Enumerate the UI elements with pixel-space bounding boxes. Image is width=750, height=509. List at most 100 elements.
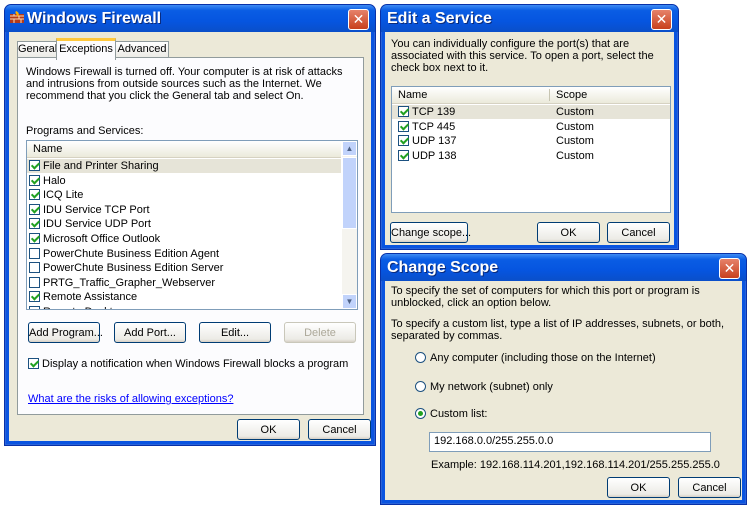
- change-scope-button[interactable]: Change scope...: [390, 222, 471, 243]
- notify-checkbox[interactable]: [28, 358, 39, 369]
- program-checkbox[interactable]: [29, 306, 40, 309]
- port-row[interactable]: UDP 137 Custom: [392, 134, 670, 148]
- ok-button[interactable]: OK: [237, 419, 300, 440]
- custom-list-value: 192.168.0.0/255.255.0.0: [434, 435, 554, 447]
- program-row[interactable]: Halo: [29, 174, 66, 188]
- port-checkbox[interactable]: [398, 149, 409, 161]
- radio-custom-list[interactable]: [415, 408, 426, 419]
- dialog-title: Change Scope: [387, 259, 499, 276]
- program-checkbox[interactable]: [29, 218, 40, 230]
- dialog-title: Windows Firewall: [27, 10, 162, 27]
- close-icon[interactable]: ✕: [651, 9, 672, 30]
- program-name: ICQ Lite: [43, 189, 84, 202]
- radio-my-network[interactable]: [415, 381, 426, 392]
- ok-button[interactable]: OK: [537, 222, 600, 243]
- edit-service-info: You can individually configure the port(…: [391, 38, 654, 74]
- close-icon[interactable]: ✕: [719, 258, 740, 279]
- port-row[interactable]: TCP 445 Custom: [392, 120, 670, 134]
- edit-button[interactable]: Edit...: [199, 322, 271, 343]
- program-name: PowerChute Business Edition Server: [43, 262, 224, 275]
- add-port-button[interactable]: Add Port...: [114, 322, 186, 343]
- port-checkbox[interactable]: [398, 120, 409, 132]
- notify-label: Display a notification when Windows Fire…: [42, 358, 349, 370]
- program-checkbox[interactable]: [29, 203, 40, 215]
- programs-label: Programs and Services:: [26, 125, 144, 137]
- program-row[interactable]: Remote Desktop: [29, 305, 125, 309]
- title-bar[interactable]: Change Scope ✕: [381, 254, 746, 281]
- tab-label: Advanced: [117, 43, 167, 55]
- port-scope: Custom: [556, 135, 594, 148]
- program-row[interactable]: Remote Assistance: [29, 290, 137, 304]
- tab-general[interactable]: General: [17, 41, 57, 57]
- title-bar[interactable]: Edit a Service ✕: [381, 5, 678, 32]
- program-name: IDU Service TCP Port: [43, 203, 150, 216]
- risk-link[interactable]: What are the risks of allowing exception…: [28, 393, 233, 405]
- add-program-button[interactable]: Add Program...: [28, 322, 103, 343]
- title-bar[interactable]: Windows Firewall ✕: [5, 5, 375, 32]
- scroll-thumb[interactable]: [342, 157, 357, 229]
- cancel-button[interactable]: Cancel: [607, 222, 670, 243]
- tab-label: General: [18, 43, 58, 55]
- ports-list[interactable]: Name Scope TCP 139 Custom TCP 445 Custom UDP…: [391, 86, 671, 213]
- program-name: PowerChute Business Edition Agent: [43, 247, 220, 260]
- cancel-button[interactable]: Cancel: [678, 477, 741, 498]
- firewall-app-icon: [10, 11, 24, 25]
- change-scope-dialog: Change Scope ✕ To specify the set of com…: [380, 253, 747, 505]
- port-row[interactable]: TCP 139 Custom: [392, 105, 670, 119]
- option-my-network[interactable]: My network (subnet) only: [415, 381, 553, 393]
- list-header[interactable]: Name: [27, 141, 341, 158]
- program-row[interactable]: IDU Service UDP Port: [29, 217, 151, 231]
- option-network-label: My network (subnet) only: [430, 381, 553, 393]
- cancel-button[interactable]: Cancel: [308, 419, 371, 440]
- ok-button[interactable]: OK: [607, 477, 670, 498]
- custom-list-input[interactable]: 192.168.0.0/255.255.0.0: [429, 432, 711, 452]
- program-row[interactable]: IDU Service TCP Port: [29, 203, 150, 217]
- port-row[interactable]: UDP 138 Custom: [392, 149, 670, 163]
- port-scope: Custom: [556, 106, 594, 118]
- program-checkbox[interactable]: [29, 291, 40, 303]
- option-custom-label: Custom list:: [430, 408, 488, 420]
- program-row[interactable]: PowerChute Business Edition Server: [29, 261, 223, 275]
- program-row[interactable]: ICQ Lite: [29, 188, 83, 202]
- option-custom-list[interactable]: Custom list:: [415, 408, 487, 420]
- delete-button: Delete: [284, 322, 356, 343]
- programs-list[interactable]: Name File and Printer Sharing Halo ICQ Lit…: [26, 140, 358, 310]
- port-checkbox[interactable]: [398, 106, 409, 117]
- port-checkbox[interactable]: [398, 135, 409, 147]
- scroll-down-button[interactable]: ▼: [342, 294, 357, 309]
- column-scope-header: Scope: [556, 89, 588, 101]
- program-row[interactable]: PowerChute Business Edition Agent: [29, 247, 219, 261]
- scroll-up-button[interactable]: ▲: [342, 141, 357, 156]
- program-name: IDU Service UDP Port: [43, 218, 151, 231]
- tab-advanced[interactable]: Advanced: [115, 41, 169, 57]
- program-checkbox[interactable]: [29, 262, 40, 274]
- program-row[interactable]: PRTG_Traffic_Grapher_Webserver: [29, 276, 215, 290]
- scrollbar[interactable]: ▲ ▼: [342, 141, 357, 309]
- tab-label: Exceptions: [59, 43, 113, 55]
- example-text: Example: 192.168.114.201,192.168.114.201…: [431, 459, 720, 471]
- scope-info-2: To specify a custom list, type a list of…: [391, 318, 725, 342]
- program-checkbox[interactable]: [29, 174, 40, 186]
- port-scope: Custom: [556, 149, 594, 162]
- notify-checkbox-row[interactable]: Display a notification when Windows Fire…: [28, 358, 348, 370]
- program-checkbox[interactable]: [29, 247, 40, 259]
- program-checkbox[interactable]: [29, 276, 40, 288]
- program-checkbox[interactable]: [29, 233, 40, 244]
- column-divider: [549, 89, 550, 101]
- port-name: TCP 139: [412, 106, 456, 118]
- option-any-computer[interactable]: Any computer (including those on the Int…: [415, 352, 656, 364]
- column-name-header: Name: [398, 89, 428, 101]
- tab-exceptions[interactable]: Exceptions: [56, 38, 116, 60]
- program-row[interactable]: Microsoft Office Outlook: [29, 232, 160, 246]
- close-icon[interactable]: ✕: [348, 9, 369, 30]
- list-header[interactable]: Name Scope: [392, 87, 670, 104]
- program-name: Microsoft Office Outlook: [43, 233, 161, 245]
- radio-any-computer[interactable]: [415, 352, 426, 363]
- dialog-body: General Exceptions Advanced Windows Fire…: [9, 32, 371, 441]
- dialog-title: Edit a Service: [387, 10, 492, 27]
- program-checkbox[interactable]: [29, 189, 40, 201]
- port-name: TCP 445: [412, 120, 456, 133]
- program-row[interactable]: File and Printer Sharing: [27, 159, 341, 173]
- program-checkbox[interactable]: [29, 160, 40, 171]
- program-name: Halo: [43, 174, 66, 187]
